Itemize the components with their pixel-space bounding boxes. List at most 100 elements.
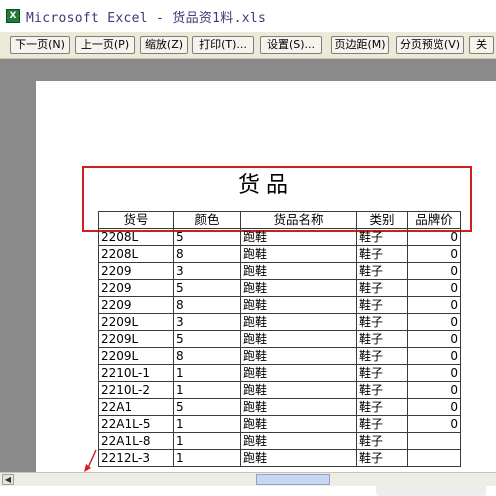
- table-row: 2208L 5 跑鞋 鞋子 0: [98, 228, 461, 246]
- cell-category: 鞋子: [356, 364, 408, 382]
- header-category: 类别: [356, 211, 408, 229]
- table-row: 22A1L-5 1 跑鞋 鞋子 0: [98, 415, 461, 433]
- cell-brand-price: 0: [407, 262, 461, 280]
- print-button[interactable]: 打印(T)...: [192, 36, 254, 54]
- goods-table: 货号 颜色 货品名称 类别 品牌价 2208L 5 跑鞋 鞋子 0 2208L 8 跑鞋 鞋子 0…: [98, 211, 461, 467]
- cell-color: 5: [173, 228, 241, 246]
- header-goods-name: 货品名称: [240, 211, 357, 229]
- cell-goods-name: 跑鞋: [240, 415, 357, 433]
- cell-category: 鞋子: [356, 398, 408, 416]
- cell-item-number: 2209: [98, 279, 174, 297]
- cell-goods-name: 跑鞋: [240, 381, 357, 399]
- cell-item-number: 2209L: [98, 347, 174, 365]
- cell-goods-name: 跑鞋: [240, 296, 357, 314]
- cell-brand-price: 0: [407, 347, 461, 365]
- setup-button[interactable]: 设置(S)...: [260, 36, 322, 54]
- red-arrow-icon: [84, 449, 97, 472]
- cell-brand-price: 0: [407, 279, 461, 297]
- cell-item-number: 2209: [98, 296, 174, 314]
- cell-color: 1: [173, 432, 241, 450]
- cell-item-number: 22A1L-5: [98, 415, 174, 433]
- cell-brand-price: 0: [407, 313, 461, 331]
- cell-color: 5: [173, 398, 241, 416]
- cell-goods-name: 跑鞋: [240, 279, 357, 297]
- cell-item-number: 2210L-2: [98, 381, 174, 399]
- cell-brand-price: 0: [407, 398, 461, 416]
- cell-item-number: 2209: [98, 262, 174, 280]
- cell-brand-price: 0: [407, 381, 461, 399]
- header-brand-price: 品牌价: [407, 211, 461, 229]
- cell-color: 8: [173, 245, 241, 263]
- cell-goods-name: 跑鞋: [240, 347, 357, 365]
- cell-category: 鞋子: [356, 279, 408, 297]
- table-row: 22A1L-8 1 跑鞋 鞋子: [98, 432, 461, 450]
- cell-goods-name: 跑鞋: [240, 228, 357, 246]
- header-item-number: 货号: [98, 211, 174, 229]
- cell-category: 鞋子: [356, 449, 408, 467]
- cell-item-number: 22A1: [98, 398, 174, 416]
- cell-item-number: 2209L: [98, 330, 174, 348]
- cell-brand-price: 0: [407, 364, 461, 382]
- cell-color: 3: [173, 262, 241, 280]
- cell-color: 1: [173, 449, 241, 467]
- cell-category: 鞋子: [356, 245, 408, 263]
- cell-goods-name: 跑鞋: [240, 364, 357, 382]
- cell-color: 1: [173, 415, 241, 433]
- close-button[interactable]: 关: [469, 36, 494, 54]
- cell-category: 鞋子: [356, 415, 408, 433]
- cell-brand-price: 0: [407, 330, 461, 348]
- cell-category: 鞋子: [356, 381, 408, 399]
- cell-goods-name: 跑鞋: [240, 398, 357, 416]
- cell-category: 鞋子: [356, 313, 408, 331]
- table-row: 2210L-1 1 跑鞋 鞋子 0: [98, 364, 461, 382]
- previous-page-button[interactable]: 上一页(P): [75, 36, 135, 54]
- cell-color: 5: [173, 330, 241, 348]
- cell-brand-price: 0: [407, 296, 461, 314]
- cell-brand-price: [407, 449, 461, 467]
- print-preview-toolbar: 下一页(N) 上一页(P) 缩放(Z) 打印(T)... 设置(S)... 页边…: [0, 32, 496, 59]
- cell-brand-price: 0: [407, 415, 461, 433]
- cell-goods-name: 跑鞋: [240, 432, 357, 450]
- cell-category: 鞋子: [356, 228, 408, 246]
- cell-color: 1: [173, 364, 241, 382]
- horizontal-scrollbar[interactable]: ◀: [0, 472, 496, 486]
- cell-item-number: 2210L-1: [98, 364, 174, 382]
- preview-workspace: 货品 货号 颜色 货品名称 类别 品牌价 2208L 5 跑鞋 鞋子 0 2208L 8 跑鞋…: [0, 59, 496, 496]
- cell-color: 3: [173, 313, 241, 331]
- cell-goods-name: 跑鞋: [240, 313, 357, 331]
- cell-goods-name: 跑鞋: [240, 330, 357, 348]
- preview-page: 货品 货号 颜色 货品名称 类别 品牌价 2208L 5 跑鞋 鞋子 0 2208L 8 跑鞋…: [36, 81, 496, 496]
- scroll-thumb[interactable]: [256, 474, 330, 485]
- table-row: 22A1 5 跑鞋 鞋子 0: [98, 398, 461, 416]
- cell-category: 鞋子: [356, 296, 408, 314]
- table-row: 2212L-3 1 跑鞋 鞋子: [98, 449, 461, 467]
- excel-icon: X: [6, 9, 20, 23]
- cell-item-number: 2209L: [98, 313, 174, 331]
- cell-brand-price: [407, 432, 461, 450]
- table-row: 2209 5 跑鞋 鞋子 0: [98, 279, 461, 297]
- table-row: 2210L-2 1 跑鞋 鞋子 0: [98, 381, 461, 399]
- cell-item-number: 2208L: [98, 228, 174, 246]
- cell-category: 鞋子: [356, 262, 408, 280]
- zoom-button[interactable]: 缩放(Z): [140, 36, 188, 54]
- cell-color: 8: [173, 296, 241, 314]
- cell-color: 8: [173, 347, 241, 365]
- cell-category: 鞋子: [356, 432, 408, 450]
- cell-brand-price: 0: [407, 245, 461, 263]
- page-break-preview-button[interactable]: 分页预览(V): [396, 36, 464, 54]
- cell-color: 1: [173, 381, 241, 399]
- cell-color: 5: [173, 279, 241, 297]
- header-color: 颜色: [173, 211, 241, 229]
- table-header-row: 货号 颜色 货品名称 类别 品牌价: [98, 211, 461, 229]
- title-bar: X Microsoft Excel - 货品资1料.xls: [0, 0, 496, 32]
- cell-goods-name: 跑鞋: [240, 262, 357, 280]
- table-row: 2209 3 跑鞋 鞋子 0: [98, 262, 461, 280]
- next-page-button[interactable]: 下一页(N): [10, 36, 70, 54]
- cell-brand-price: 0: [407, 228, 461, 246]
- margins-button[interactable]: 页边距(M): [331, 36, 389, 54]
- table-row: 2209L 5 跑鞋 鞋子 0: [98, 330, 461, 348]
- table-row: 2209 8 跑鞋 鞋子 0: [98, 296, 461, 314]
- table-row: 2209L 3 跑鞋 鞋子 0: [98, 313, 461, 331]
- table-row: 2208L 8 跑鞋 鞋子 0: [98, 245, 461, 263]
- scroll-left-arrow-icon[interactable]: ◀: [2, 474, 14, 485]
